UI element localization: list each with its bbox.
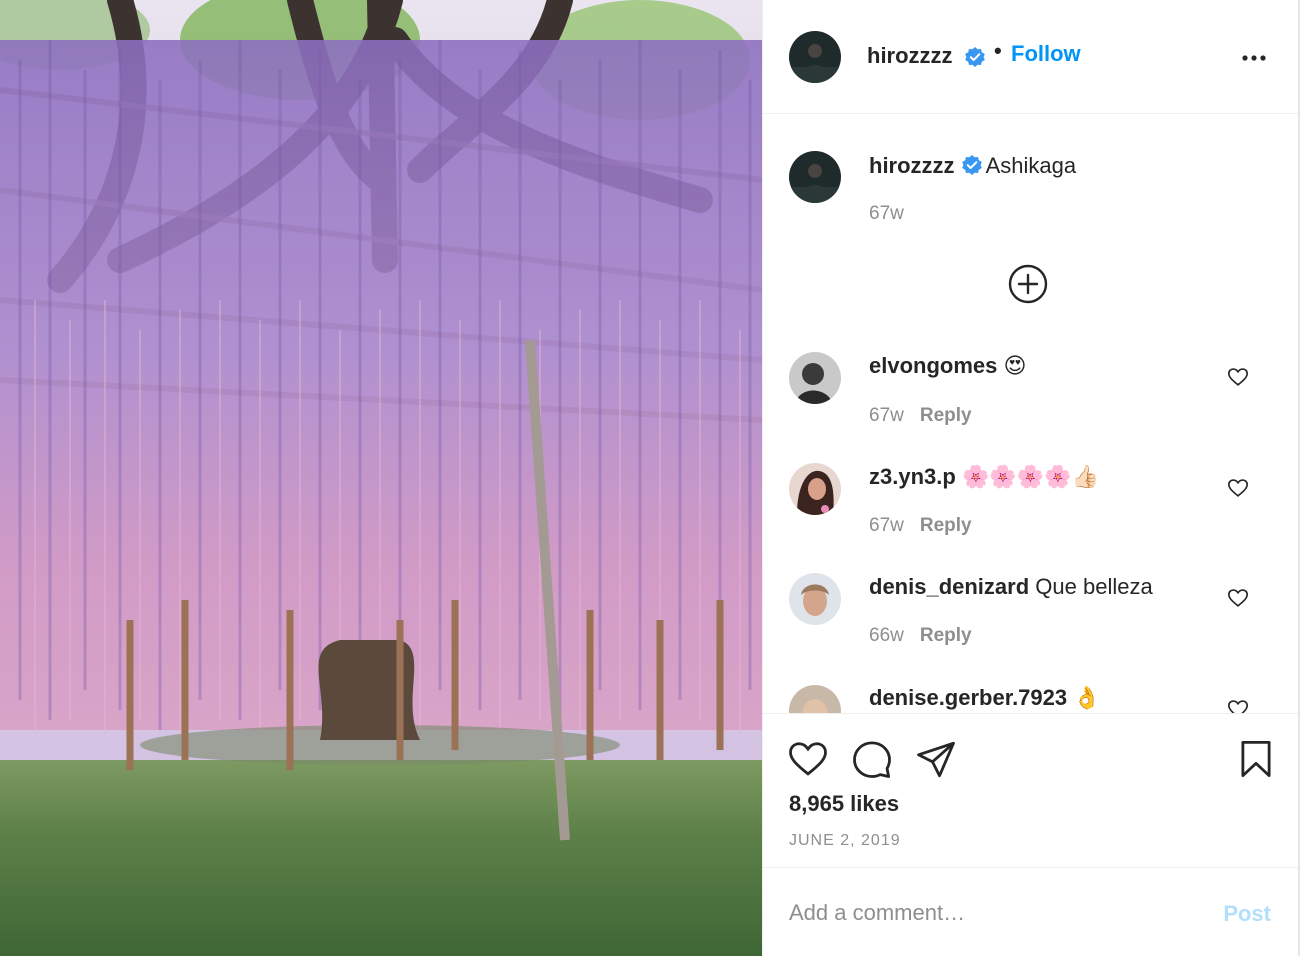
heart-icon[interactable] [1227, 698, 1249, 713]
comment-time[interactable]: 66w [869, 625, 904, 646]
comment-username[interactable]: denis_denizard [869, 574, 1029, 599]
comment-username[interactable]: elvongomes [869, 353, 997, 378]
comment-time[interactable]: 67w [869, 405, 904, 426]
author-avatar[interactable] [789, 31, 841, 83]
verified-badge-icon [961, 154, 983, 176]
heart-icon[interactable] [1227, 587, 1249, 609]
commenter-avatar[interactable] [789, 685, 841, 713]
comment-icon[interactable] [851, 738, 893, 780]
comment-line: denise.gerber.7923 👌 [869, 685, 1101, 711]
likes-count[interactable]: 8,965 likes [789, 791, 899, 817]
post-header: hirozzzz • Follow [763, 0, 1300, 114]
comment-line: elvongomes 😍 [869, 353, 1026, 379]
post-photo[interactable] [0, 0, 762, 956]
verified-badge-icon [964, 46, 986, 68]
comment-line: z3.yn3.p 🌸🌸🌸🌸👍🏻 [869, 464, 1099, 490]
commenter-avatar[interactable] [789, 573, 841, 625]
caption-username[interactable]: hirozzzz [869, 153, 955, 178]
reply-button[interactable]: Reply [920, 625, 972, 646]
add-comment-bar: Post [763, 867, 1300, 956]
comment-line: denis_denizard Que belleza [869, 574, 1153, 600]
comment-text: Que belleza [1035, 574, 1153, 599]
post-details-panel: hirozzzz • Follow hirozzzz Ashikaga 67w … [762, 0, 1300, 956]
heart-icon[interactable] [1227, 366, 1249, 388]
comment-meta: 67w Reply [869, 515, 972, 537]
commenter-avatar[interactable] [789, 463, 841, 515]
caption-line: hirozzzz Ashikaga [869, 153, 1076, 179]
caption-time[interactable]: 67w [869, 203, 904, 225]
wisteria-photo-illustration [0, 0, 762, 956]
header-separator: • [994, 38, 1002, 63]
caption-text: Ashikaga [985, 153, 1077, 178]
post-button[interactable]: Post [1223, 901, 1271, 927]
comment-input[interactable] [789, 896, 1189, 930]
follow-button[interactable]: Follow [1011, 41, 1081, 67]
author-username[interactable]: hirozzzz [867, 43, 953, 69]
heart-icon[interactable] [787, 738, 829, 780]
comment-time[interactable]: 67w [869, 515, 904, 536]
comment-meta: 66w Reply [869, 625, 972, 647]
reply-button[interactable]: Reply [920, 515, 972, 536]
post-date[interactable]: JUNE 2, 2019 [789, 832, 901, 850]
comment-text: 😍 [1003, 353, 1027, 378]
comment-text: 👌 [1073, 685, 1101, 710]
comments-list[interactable]: hirozzzz Ashikaga 67w elvongomes 😍 67w R… [763, 115, 1300, 713]
comment-text: 🌸🌸🌸🌸👍🏻 [961, 464, 1099, 489]
author-avatar[interactable] [789, 151, 841, 203]
heart-icon[interactable] [1227, 477, 1249, 499]
more-horizontal-icon[interactable] [1239, 44, 1269, 68]
post-actions: 8,965 likes JUNE 2, 2019 [763, 713, 1300, 867]
comment-username[interactable]: z3.yn3.p [869, 464, 956, 489]
reply-button[interactable]: Reply [920, 405, 972, 426]
comment-meta: 67w Reply [869, 405, 972, 427]
comment-username[interactable]: denise.gerber.7923 [869, 685, 1067, 710]
commenter-avatar[interactable] [789, 352, 841, 404]
share-icon[interactable] [915, 738, 957, 780]
plus-circle-icon[interactable] [1007, 263, 1049, 305]
bookmark-icon[interactable] [1235, 738, 1277, 780]
